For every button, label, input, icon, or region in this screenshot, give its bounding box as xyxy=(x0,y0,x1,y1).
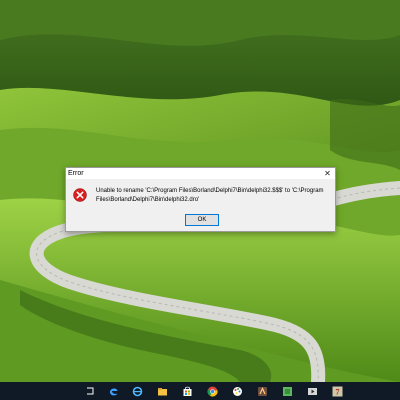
dialog-title: Error xyxy=(68,170,84,177)
error-icon xyxy=(73,188,87,202)
delphi-icon[interactable]: 7 xyxy=(330,384,344,398)
internet-explorer-icon[interactable] xyxy=(130,384,144,398)
edge-icon[interactable] xyxy=(106,384,120,398)
ok-button[interactable]: OK xyxy=(185,214,219,226)
media-icon[interactable] xyxy=(305,384,319,398)
chrome-icon[interactable] xyxy=(205,384,219,398)
error-message: Unable to rename 'C:\Program Files\Borla… xyxy=(96,188,324,203)
paint-icon[interactable] xyxy=(230,384,244,398)
close-icon[interactable]: ✕ xyxy=(323,168,332,179)
file-explorer-icon[interactable] xyxy=(155,384,169,398)
svg-text:7: 7 xyxy=(335,387,339,396)
taskbar: 7 xyxy=(0,382,400,400)
app-icon[interactable] xyxy=(255,384,269,398)
error-dialog: Error ✕ Unable to rename 'C:\Program Fil… xyxy=(65,167,336,232)
task-view-icon[interactable] xyxy=(82,384,96,398)
dialog-body: Unable to rename 'C:\Program Files\Borla… xyxy=(66,179,335,231)
dialog-titlebar[interactable]: Error ✕ xyxy=(66,168,335,179)
store-icon[interactable] xyxy=(180,384,194,398)
green-app-icon[interactable] xyxy=(280,384,294,398)
